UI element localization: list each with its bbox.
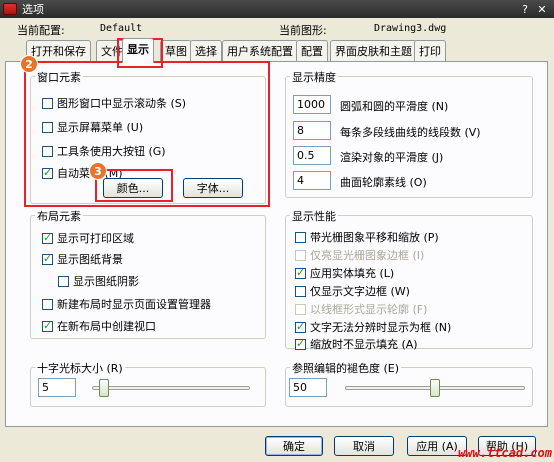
checkbox-box: [295, 249, 306, 261]
app-icon: [3, 3, 17, 15]
polyline-segments-input[interactable]: 8: [293, 121, 331, 140]
render-smoothness-label: 渲染对象的平滑度 (J): [340, 151, 444, 164]
checkbox-no-fill-on-zoom[interactable]: 缩放时不显示填充 (A): [295, 336, 418, 352]
checkbox-printable-area[interactable]: 显示可打印区域: [42, 230, 134, 246]
tab-skins-themes[interactable]: 界面皮肤和主题: [330, 40, 417, 61]
highlight-colors-button: [95, 169, 173, 202]
crosshair-size-input[interactable]: 5: [38, 378, 76, 397]
checkbox-wireframe-silhouette: 以线框形式显示轮廓 (F): [295, 301, 427, 317]
checkbox-box[interactable]: [42, 298, 53, 310]
checkbox-solid-fill[interactable]: 应用实体填充 (L): [295, 265, 394, 281]
layout-elements-title: 布局元素: [35, 208, 83, 224]
crosshair-size-slider-track[interactable]: [92, 386, 250, 390]
contour-lines-input[interactable]: 4: [293, 171, 331, 190]
checkbox-text-as-box[interactable]: 文字无法分辨时显示为框 (N): [295, 319, 451, 335]
tab-plot[interactable]: 打印: [414, 40, 446, 61]
xref-fade-input[interactable]: 50: [289, 378, 327, 397]
close-icon[interactable]: ✕: [533, 0, 551, 18]
checkbox-box[interactable]: [295, 320, 306, 333]
arc-smoothness-input[interactable]: 1000: [293, 95, 331, 114]
checkbox-raster-pan-zoom[interactable]: 带光栅图象平移和缩放 (P): [295, 229, 439, 245]
checkbox-box[interactable]: [295, 231, 306, 243]
tab-selection[interactable]: 选择: [190, 40, 222, 61]
step-badge-3: 3: [89, 162, 107, 180]
checkbox-box: [295, 303, 306, 315]
tab-display[interactable]: 显示: [122, 38, 154, 63]
checkbox-highlight-raster-frame: 仅亮显光栅图象边框 (I): [295, 247, 424, 263]
tab-drafting[interactable]: 草图: [160, 40, 192, 61]
checkbox-box[interactable]: [42, 252, 53, 265]
title-bar: 选项 ? ✕: [0, 0, 554, 18]
checkbox-box[interactable]: [295, 337, 306, 350]
ok-button[interactable]: 确定: [265, 436, 323, 456]
checkbox-paper-background[interactable]: 显示图纸背景: [42, 251, 123, 267]
tab-profiles[interactable]: 配置: [296, 40, 328, 61]
display-performance-title: 显示性能: [290, 208, 338, 224]
checkbox-box[interactable]: [42, 319, 53, 332]
crosshair-size-slider-thumb[interactable]: [99, 379, 110, 397]
watermark: www.ttcad.com: [458, 446, 552, 460]
polyline-segments-label: 每条多段线曲线的线段数 (V): [340, 126, 481, 139]
checkbox-create-viewport[interactable]: 在新布局中创建视口: [42, 318, 156, 334]
window-title: 选项: [22, 3, 44, 16]
current-drawing-value: Drawing3.dwg: [374, 23, 447, 34]
current-profile-label: 当前配置:: [17, 24, 65, 37]
help-icon[interactable]: ?: [516, 0, 534, 18]
cancel-button[interactable]: 取消: [334, 436, 394, 456]
tab-user-preferences[interactable]: 用户系统配置: [222, 40, 298, 61]
arc-smoothness-label: 圆弧和圆的平滑度 (N): [340, 100, 449, 113]
checkbox-box[interactable]: [295, 266, 306, 279]
current-profile-value: Default: [100, 23, 143, 34]
render-smoothness-input[interactable]: 0.5: [293, 146, 331, 165]
checkbox-box[interactable]: [58, 275, 69, 287]
checkbox-paper-shadow[interactable]: 显示图纸阴影: [58, 273, 139, 289]
display-resolution-title: 显示精度: [290, 69, 338, 85]
current-drawing-label: 当前图形:: [279, 24, 327, 37]
crosshair-size-title: 十字光标大小 (R): [35, 360, 125, 376]
checkbox-page-setup-manager[interactable]: 新建布局时显示页面设置管理器: [42, 296, 211, 312]
xref-fade-title: 参照编辑的褪色度 (E): [290, 360, 402, 376]
contour-lines-label: 曲面轮廓素线 (O): [340, 176, 427, 189]
checkbox-text-boundary[interactable]: 仅显示文字边框 (W): [295, 283, 410, 299]
xref-fade-slider-thumb[interactable]: [430, 379, 440, 397]
checkbox-box[interactable]: [42, 231, 53, 244]
step-badge-2: 2: [20, 55, 38, 73]
checkbox-box[interactable]: [295, 285, 306, 297]
